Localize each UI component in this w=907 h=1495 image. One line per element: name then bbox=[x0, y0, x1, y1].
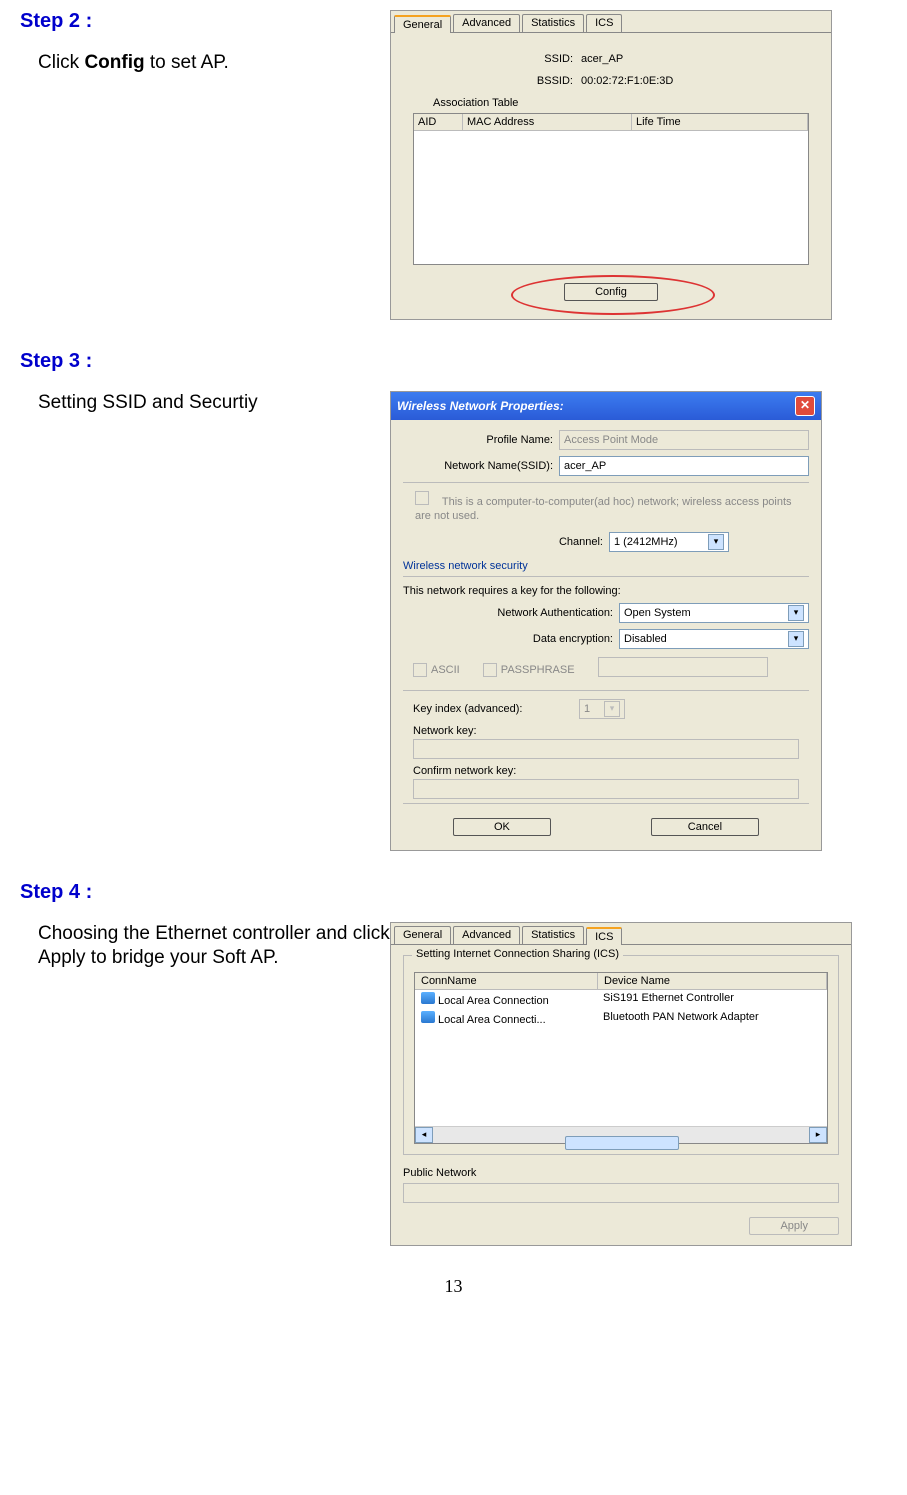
chevron-down-icon: ▾ bbox=[708, 534, 724, 550]
keyidx-value: 1 bbox=[584, 703, 590, 715]
config-wrap: Config bbox=[403, 283, 819, 301]
col-conn: ConnName bbox=[415, 973, 598, 989]
ssid-label: SSID: bbox=[463, 53, 573, 65]
tab-general[interactable]: General bbox=[394, 926, 451, 944]
bssid-label: BSSID: bbox=[463, 75, 573, 87]
auth-label: Network Authentication: bbox=[403, 607, 613, 619]
enc-label: Data encryption: bbox=[403, 633, 613, 645]
security-desc: This network requires a key for the foll… bbox=[403, 585, 809, 597]
keyidx-label: Key index (advanced): bbox=[413, 703, 573, 715]
auth-select[interactable]: Open System ▾ bbox=[619, 603, 809, 623]
list-header: ConnName Device Name bbox=[415, 973, 827, 990]
step2-panel-body: SSID: acer_AP BSSID: 00:02:72:F1:0E:3D A… bbox=[391, 33, 831, 319]
security-title: Wireless network security bbox=[403, 560, 809, 572]
step2-row: Step 2 : Click Config to set AP. General… bbox=[20, 10, 887, 320]
tab-ics[interactable]: ICS bbox=[586, 927, 622, 945]
step2-body: Click Config to set AP. bbox=[20, 51, 390, 76]
ssid-field-label: Network Name(SSID): bbox=[403, 460, 553, 472]
public-input bbox=[403, 1183, 839, 1203]
cancel-button[interactable]: Cancel bbox=[651, 818, 759, 836]
auth-value: Open System bbox=[624, 607, 691, 619]
scroll-right-icon[interactable]: ▸ bbox=[809, 1127, 827, 1143]
network-icon bbox=[421, 992, 435, 1004]
col-aid: AID bbox=[414, 114, 463, 130]
keyidx-select: 1 ▾ bbox=[579, 699, 625, 719]
dialog-title: Wireless Network Properties: bbox=[397, 399, 564, 413]
step3-section: Step 3 : Setting SSID and Securtiy Wirel… bbox=[20, 350, 887, 851]
step4-panel: General Advanced Statistics ICS Setting … bbox=[390, 922, 852, 1246]
ssid-value: acer_AP bbox=[581, 53, 623, 65]
col-dev: Device Name bbox=[598, 973, 827, 989]
conn-list[interactable]: ConnName Device Name Local Area Connecti… bbox=[414, 972, 828, 1144]
passphrase-checkbox: PASSPHRASE bbox=[483, 663, 575, 677]
dialog-titlebar: Wireless Network Properties: ✕ bbox=[391, 392, 821, 420]
assoc-table: AID MAC Address Life Time bbox=[413, 113, 809, 265]
scroll-thumb[interactable] bbox=[565, 1136, 680, 1150]
tab-advanced[interactable]: Advanced bbox=[453, 14, 520, 32]
channel-select[interactable]: 1 (2412MHz) ▾ bbox=[609, 532, 729, 552]
tab-general[interactable]: General bbox=[394, 15, 451, 33]
network-icon bbox=[421, 1011, 435, 1023]
passphrase-input bbox=[598, 657, 768, 677]
chevron-down-icon: ▾ bbox=[604, 701, 620, 717]
step4-tabs: General Advanced Statistics ICS bbox=[391, 923, 851, 945]
chevron-down-icon: ▾ bbox=[788, 605, 804, 621]
page-number: 13 bbox=[20, 1276, 887, 1297]
step4-text: Choosing the Ethernet controller and cli… bbox=[20, 922, 390, 971]
step4-body: Choosing the Ethernet controller and cli… bbox=[20, 922, 390, 971]
step3-dialog: Wireless Network Properties: ✕ Profile N… bbox=[390, 391, 822, 851]
step4-title: Step 4 : bbox=[20, 881, 887, 904]
scroll-left-icon[interactable]: ◂ bbox=[415, 1127, 433, 1143]
ascii-checkbox: ASCII bbox=[413, 663, 460, 677]
adhoc-checkbox bbox=[415, 491, 429, 505]
scrollbar[interactable]: ◂ ▸ bbox=[415, 1126, 827, 1143]
tab-advanced[interactable]: Advanced bbox=[453, 926, 520, 944]
step2-tabs: General Advanced Statistics ICS bbox=[391, 11, 831, 33]
channel-label: Channel: bbox=[403, 536, 603, 548]
step2-title: Step 2 : bbox=[20, 10, 390, 33]
list-item[interactable]: Local Area Connecti... Bluetooth PAN Net… bbox=[415, 1009, 827, 1028]
step2-body-bold: Config bbox=[84, 52, 144, 73]
step2-text: Step 2 : Click Config to set AP. bbox=[20, 10, 390, 76]
step3-title: Step 3 : bbox=[20, 350, 887, 373]
confkey-label: Confirm network key: bbox=[413, 765, 809, 777]
chevron-down-icon: ▾ bbox=[788, 631, 804, 647]
enc-value: Disabled bbox=[624, 633, 667, 645]
assoc-header: AID MAC Address Life Time bbox=[414, 114, 808, 131]
step2-body-prefix: Click bbox=[38, 52, 84, 73]
channel-value: 1 (2412MHz) bbox=[614, 536, 678, 548]
list-item[interactable]: Local Area Connection SiS191 Ethernet Co… bbox=[415, 990, 827, 1009]
tab-statistics[interactable]: Statistics bbox=[522, 926, 584, 944]
step3-text: Setting SSID and Securtiy bbox=[20, 391, 390, 416]
public-label: Public Network bbox=[403, 1167, 839, 1179]
ics-legend: Setting Internet Connection Sharing (ICS… bbox=[412, 948, 623, 960]
bssid-value: 00:02:72:F1:0E:3D bbox=[581, 75, 673, 87]
assoc-title: Association Table bbox=[433, 97, 819, 109]
col-mac: MAC Address bbox=[463, 114, 632, 130]
profile-input: Access Point Mode bbox=[559, 430, 809, 450]
adhoc-note: This is a computer-to-computer(ad hoc) n… bbox=[415, 496, 792, 522]
step2-body-suffix: to set AP. bbox=[145, 52, 229, 73]
ics-group: Setting Internet Connection Sharing (ICS… bbox=[403, 955, 839, 1155]
profile-label: Profile Name: bbox=[403, 434, 553, 446]
tab-statistics[interactable]: Statistics bbox=[522, 14, 584, 32]
confkey-input bbox=[413, 779, 799, 799]
config-button[interactable]: Config bbox=[564, 283, 658, 301]
ssid-input[interactable]: acer_AP bbox=[559, 456, 809, 476]
netkey-input bbox=[413, 739, 799, 759]
step4-section: Step 4 : Choosing the Ethernet controlle… bbox=[20, 881, 887, 1246]
apply-button[interactable]: Apply bbox=[749, 1217, 839, 1235]
ok-button[interactable]: OK bbox=[453, 818, 551, 836]
close-icon[interactable]: ✕ bbox=[795, 396, 815, 416]
col-life: Life Time bbox=[632, 114, 808, 130]
step3-body: Setting SSID and Securtiy bbox=[20, 391, 390, 416]
tab-ics[interactable]: ICS bbox=[586, 14, 622, 32]
netkey-label: Network key: bbox=[413, 725, 809, 737]
enc-select[interactable]: Disabled ▾ bbox=[619, 629, 809, 649]
step2-panel: General Advanced Statistics ICS SSID: ac… bbox=[390, 10, 832, 320]
